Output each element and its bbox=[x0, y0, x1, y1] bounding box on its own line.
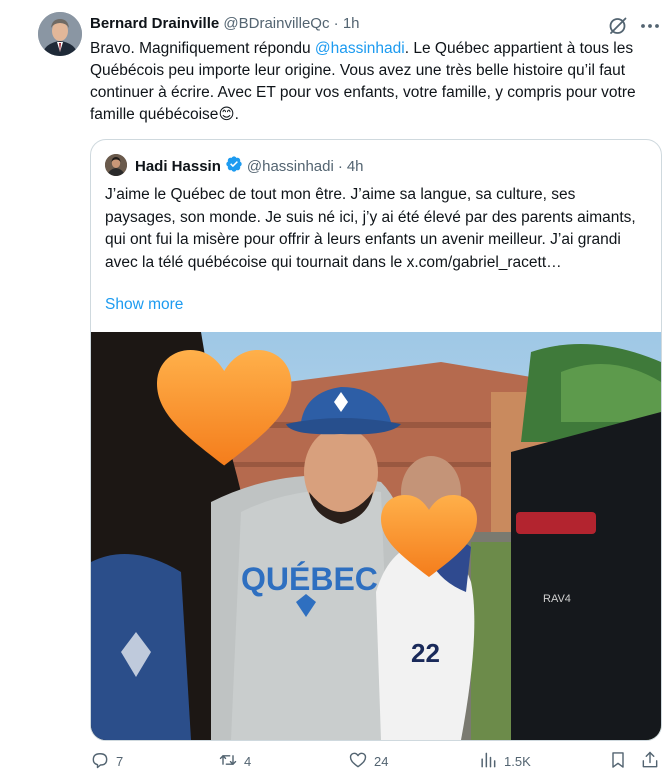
quoted-separator-dot: · bbox=[337, 158, 343, 175]
repost-count: 4 bbox=[244, 753, 252, 769]
views-icon bbox=[478, 750, 498, 773]
quoted-author-name[interactable]: Hadi Hassin bbox=[135, 157, 221, 177]
author-handle[interactable]: @BDrainvilleQc bbox=[223, 15, 329, 32]
reply-icon bbox=[90, 750, 110, 773]
quoted-tweet[interactable]: Hadi Hassin @hassinhadi · 4h J’aime le Q… bbox=[90, 139, 662, 741]
more-icon[interactable] bbox=[638, 14, 662, 38]
tweet-time[interactable]: 1h bbox=[343, 15, 360, 32]
shirt-text: QUÉBEC bbox=[241, 561, 378, 597]
car-badge-text: RAV4 bbox=[543, 593, 571, 605]
tweet-text: Bravo. Magnifiquement répondu @hassinhad… bbox=[90, 38, 662, 126]
repost-button[interactable]: 4 bbox=[218, 748, 251, 774]
repost-icon bbox=[218, 750, 238, 773]
like-count: 24 bbox=[374, 753, 389, 769]
jersey-number: 22 bbox=[411, 638, 440, 668]
quoted-photo[interactable]: RAV4 QUÉBEC 22 bbox=[91, 332, 661, 740]
grok-icon[interactable] bbox=[606, 14, 630, 38]
views-button[interactable]: 1.5K bbox=[478, 748, 531, 774]
quoted-author-handle[interactable]: @hassinhadi bbox=[247, 157, 334, 177]
quoted-time[interactable]: 4h bbox=[347, 157, 364, 177]
share-icon bbox=[640, 750, 660, 773]
author-name[interactable]: Bernard Drainville bbox=[90, 15, 219, 32]
smile-emoji: 😊 bbox=[218, 106, 235, 123]
share-button[interactable] bbox=[640, 748, 660, 774]
bookmark-button[interactable] bbox=[608, 748, 628, 774]
action-bar: 7 4 24 1.5K bbox=[90, 748, 662, 774]
bookmark-icon bbox=[608, 750, 628, 773]
reply-count: 7 bbox=[116, 753, 124, 769]
verified-badge-icon bbox=[225, 155, 243, 179]
quoted-text: J’aime le Québec de tout mon être. J’aim… bbox=[105, 186, 636, 271]
reply-button[interactable]: 7 bbox=[90, 748, 123, 774]
show-more-link[interactable]: Show more bbox=[105, 294, 183, 316]
mention-link[interactable]: @hassinhadi bbox=[315, 40, 405, 57]
like-button[interactable]: 24 bbox=[348, 748, 388, 774]
tweet-text-end: . bbox=[234, 106, 239, 123]
quoted-header: Hadi Hassin @hassinhadi · 4h bbox=[135, 155, 364, 179]
separator-dot: · bbox=[333, 15, 339, 32]
tweet-text-part-1: Bravo. Magnifiquement répondu bbox=[90, 40, 315, 57]
author-avatar[interactable] bbox=[38, 12, 82, 56]
tweet-header: Bernard Drainville @BDrainvilleQc · 1h bbox=[90, 14, 360, 34]
quoted-avatar[interactable] bbox=[105, 154, 127, 176]
tweet[interactable]: Bernard Drainville @BDrainvilleQc · 1h B… bbox=[0, 0, 672, 775]
like-icon bbox=[348, 750, 368, 773]
views-count: 1.5K bbox=[504, 753, 531, 769]
